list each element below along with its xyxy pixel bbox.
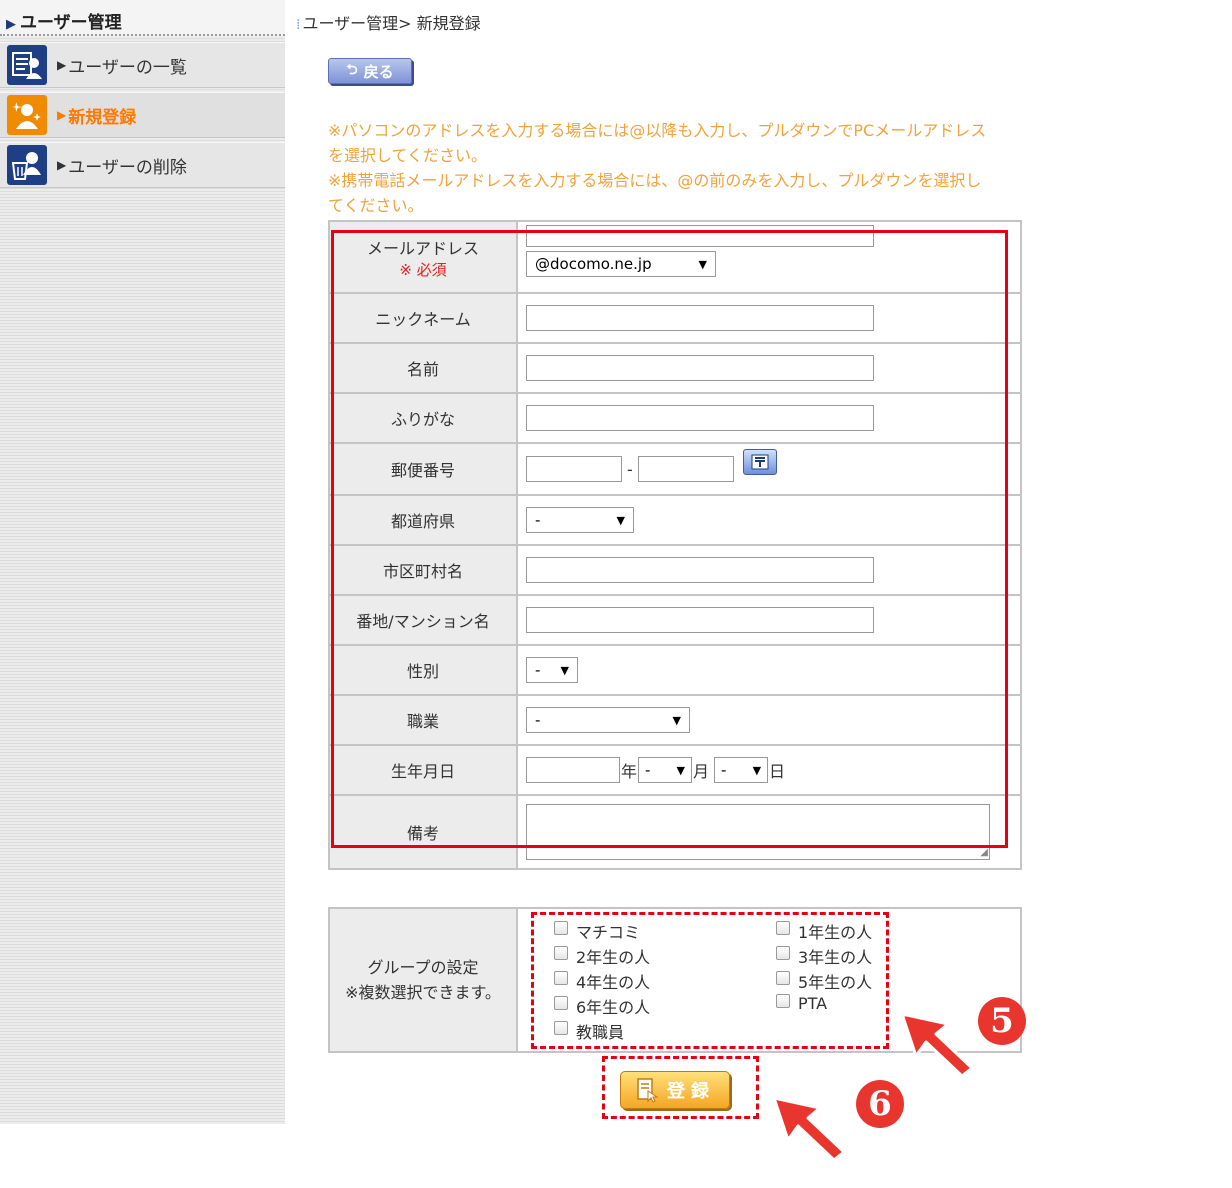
sidebar-item-user-list[interactable]: ▶ ユーザーの一覧 — [0, 42, 285, 88]
year-unit: 年 — [621, 762, 638, 781]
address-label: 番地/マンション名 — [329, 595, 518, 646]
group-checkbox-grade1[interactable]: 1年生の人 — [776, 919, 872, 943]
job-select[interactable]: - ▼ — [526, 707, 690, 733]
group-checkbox-grade6[interactable]: 6年生の人 — [554, 994, 650, 1018]
email-row: メールアドレス ※ 必須 @docomo.ne.jp ▼ — [329, 221, 1021, 294]
email-domain-select[interactable]: @docomo.ne.jp ▼ — [526, 251, 716, 277]
email-label: メールアドレス ※ 必須 — [329, 221, 518, 294]
group-checkbox-staff[interactable]: 教職員 — [554, 1019, 624, 1043]
sidebar-item-delete-user[interactable]: ▶ ユーザーの削除 — [0, 142, 285, 188]
birth-day-select[interactable]: - ▼ — [714, 757, 769, 783]
email-field[interactable] — [526, 225, 874, 247]
birth-month-select[interactable]: - ▼ — [638, 757, 693, 783]
birthday-label: 生年月日 — [329, 745, 518, 796]
sidebar: ▶ ユーザー管理 ▶ ユーザーの一覧 ▶ 新規登録 ▶ ユーザーの削除 — [0, 0, 285, 1124]
furigana-field[interactable] — [526, 405, 874, 431]
name-row: 名前 — [329, 343, 1021, 394]
nickname-row: ニックネーム — [329, 293, 1021, 344]
group-checkbox-grade2[interactable]: 2年生の人 — [554, 944, 650, 968]
postal-mark-icon — [751, 454, 769, 470]
sidebar-item-new-registration[interactable]: ▶ 新規登録 — [0, 92, 285, 138]
prefecture-row: 都道府県 - ▼ — [329, 495, 1021, 546]
user-form-table: メールアドレス ※ 必須 @docomo.ne.jp ▼ ニックネーム 名前 ふり… — [328, 220, 1022, 870]
dropdown-arrow-icon: ▼ — [676, 763, 686, 777]
dropdown-arrow-icon: ▼ — [698, 257, 707, 271]
pointer-arrow-icon — [772, 1096, 846, 1162]
register-button[interactable]: 登録 — [620, 1071, 730, 1109]
gender-label: 性別 — [329, 645, 518, 696]
city-label: 市区町村名 — [329, 545, 518, 596]
day-unit: 日 — [769, 762, 786, 781]
name-label: 名前 — [329, 343, 518, 394]
step-6-badge: 6 — [856, 1080, 904, 1128]
sidebar-header: ▶ ユーザー管理 — [0, 0, 285, 36]
chevron-right-icon: ▶ — [57, 58, 67, 72]
group-checkbox-grade4[interactable]: 4年生の人 — [554, 969, 650, 993]
zip-separator: - — [627, 459, 633, 479]
add-user-icon — [7, 95, 47, 135]
furigana-row: ふりがな — [329, 393, 1021, 444]
birthday-row: 生年月日 年 - ▼ 月 - ▼ 日 — [329, 745, 1021, 796]
month-unit: 月 — [693, 762, 710, 781]
gender-select[interactable]: - ▼ — [526, 657, 578, 683]
notes-row: 備考 ◢ — [329, 795, 1021, 870]
grip-icon: ⁞ — [296, 17, 301, 33]
zip-row: 郵便番号 - — [329, 443, 1021, 496]
chevron-right-icon: ▶ — [6, 17, 16, 32]
required-mark: ※ 必須 — [399, 260, 447, 279]
back-button[interactable]: ⮌ 戻る — [328, 58, 412, 84]
notes-textarea[interactable]: ◢ — [526, 804, 990, 860]
dropdown-arrow-icon: ▼ — [672, 713, 681, 727]
birth-year-field[interactable] — [526, 757, 620, 783]
address-row: 番地/マンション名 — [329, 595, 1021, 646]
job-row: 職業 - ▼ — [329, 695, 1021, 746]
zip-label: 郵便番号 — [329, 443, 518, 496]
notes-label: 備考 — [329, 795, 518, 870]
delete-user-icon — [7, 145, 47, 185]
prefecture-select[interactable]: - ▼ — [526, 507, 634, 533]
nickname-label: ニックネーム — [329, 293, 518, 344]
dropdown-arrow-icon: ▼ — [752, 763, 762, 777]
chevron-right-icon: ▶ — [57, 108, 67, 122]
user-list-icon — [7, 45, 47, 85]
pointer-arrow-icon — [900, 1012, 974, 1078]
group-checkbox-grade3[interactable]: 3年生の人 — [776, 944, 872, 968]
document-icon — [637, 1078, 659, 1103]
group-checkbox-grade5[interactable]: 5年生の人 — [776, 969, 872, 993]
city-field[interactable] — [526, 557, 874, 583]
name-field[interactable] — [526, 355, 874, 381]
dropdown-arrow-icon: ▼ — [560, 663, 569, 677]
gender-row: 性別 - ▼ — [329, 645, 1021, 696]
dropdown-arrow-icon: ▼ — [616, 513, 625, 527]
return-arrow-icon: ⮌ — [346, 62, 358, 78]
prefecture-label: 都道府県 — [329, 495, 518, 546]
breadcrumb: ⁞ ユーザー管理> 新規登録 — [296, 14, 481, 33]
job-label: 職業 — [329, 695, 518, 746]
zip-first-field[interactable] — [526, 456, 622, 482]
resize-grip-icon[interactable]: ◢ — [980, 848, 988, 858]
nickname-field[interactable] — [526, 305, 874, 331]
furigana-label: ふりがな — [329, 393, 518, 444]
group-settings-label: グループの設定 ※複数選択できます。 — [330, 909, 518, 1051]
chevron-right-icon: ▶ — [57, 158, 67, 172]
zip-lookup-button[interactable] — [742, 449, 777, 475]
step-5-badge: 5 — [978, 997, 1026, 1045]
city-row: 市区町村名 — [329, 545, 1021, 596]
address-field[interactable] — [526, 607, 874, 633]
group-checkbox-pta[interactable]: PTA — [776, 993, 827, 1013]
input-instructions: ※パソコンのアドレスを入力する場合には@以降も入力し、プルダウンでPCメールアド… — [328, 121, 987, 215]
group-checkbox-machicomi[interactable]: マチコミ — [554, 919, 640, 943]
zip-second-field[interactable] — [637, 456, 734, 482]
